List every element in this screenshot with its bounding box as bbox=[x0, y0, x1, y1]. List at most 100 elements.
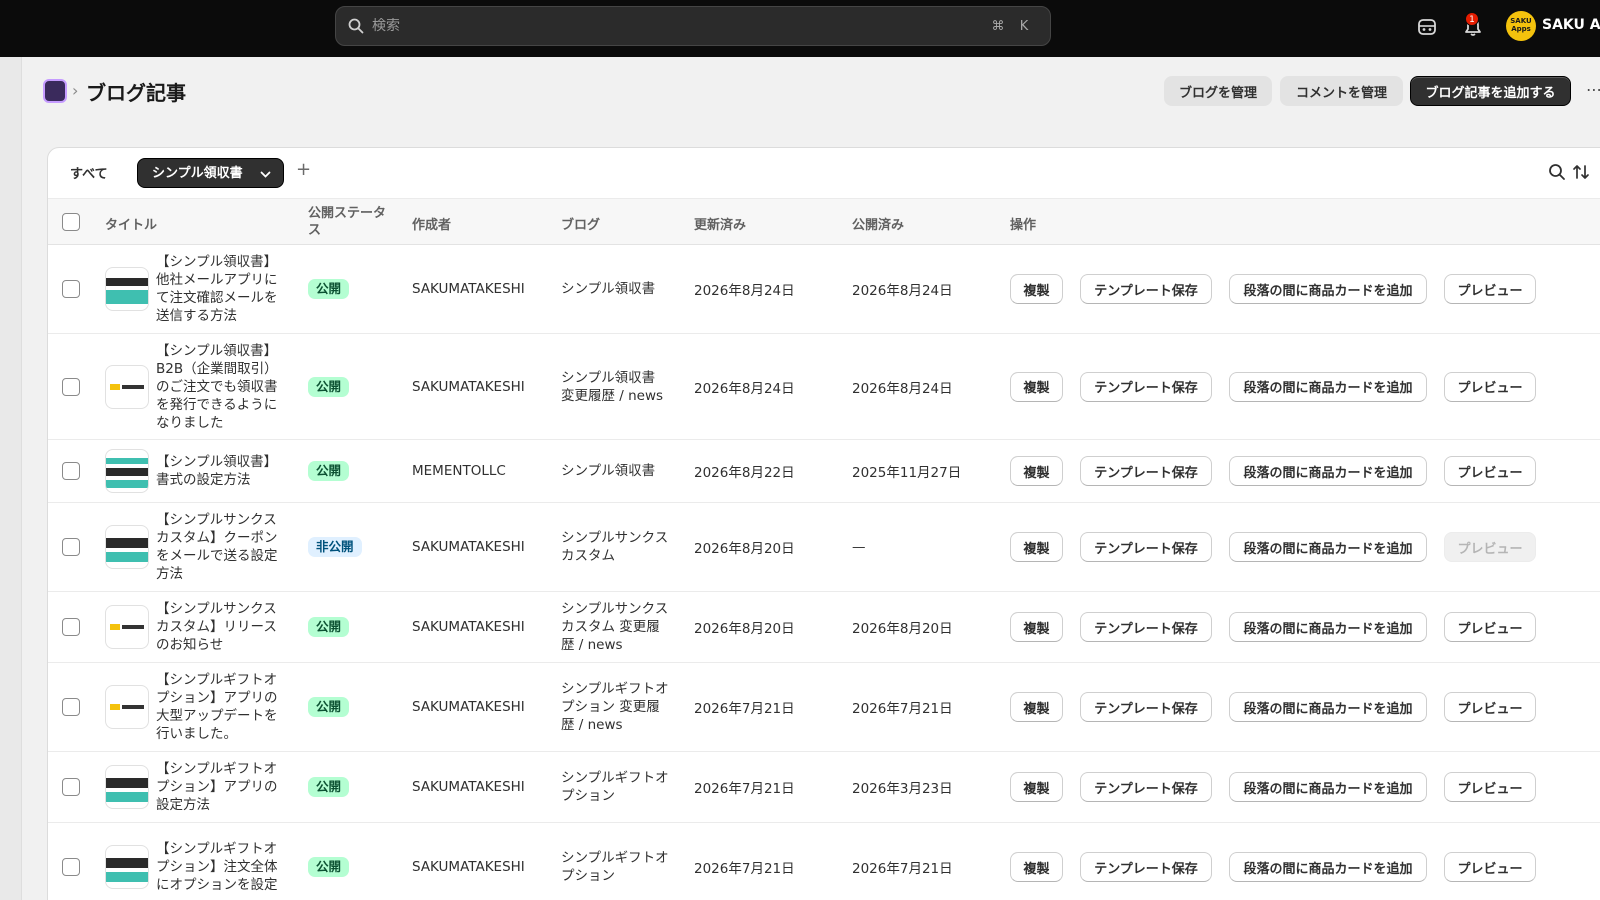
add-product-card-button[interactable]: 段落の間に商品カードを追加 bbox=[1229, 274, 1427, 304]
avatar[interactable]: SAKU Apps bbox=[1506, 11, 1536, 41]
post-published: 2025年11月27日 bbox=[852, 465, 962, 481]
post-thumbnail bbox=[105, 685, 149, 729]
row-checkbox[interactable] bbox=[62, 462, 80, 480]
post-published: 2026年7月21日 bbox=[852, 701, 953, 717]
save-template-button[interactable]: テンプレート保存 bbox=[1080, 456, 1212, 486]
row-checkbox[interactable] bbox=[62, 280, 80, 298]
row-checkbox[interactable] bbox=[62, 618, 80, 636]
post-title[interactable]: 【シンプル領収書】B2B（企業間取引）のご注文でも領収書を発行できるようになりま… bbox=[156, 342, 278, 432]
add-product-card-button[interactable]: 段落の間に商品カードを追加 bbox=[1229, 612, 1427, 642]
post-author: SAKUMATAKESHI bbox=[412, 281, 525, 297]
post-author: SAKUMATAKESHI bbox=[412, 779, 525, 795]
row-checkbox[interactable] bbox=[62, 538, 80, 556]
row-checkbox[interactable] bbox=[62, 858, 80, 876]
post-updated: 2026年7月21日 bbox=[694, 861, 795, 877]
table-row[interactable]: 【シンプル領収書】書式の設定方法 公開 MEMENTOLLC シンプル領収書 2… bbox=[48, 440, 1600, 503]
preview-button[interactable]: プレビュー bbox=[1444, 456, 1536, 486]
duplicate-button[interactable]: 複製 bbox=[1010, 692, 1063, 722]
save-template-button[interactable]: テンプレート保存 bbox=[1080, 852, 1212, 882]
post-published: 2026年8月24日 bbox=[852, 283, 953, 299]
row-checkbox[interactable] bbox=[62, 698, 80, 716]
duplicate-button[interactable]: 複製 bbox=[1010, 456, 1063, 486]
manage-comments-button[interactable]: コメントを管理 bbox=[1280, 76, 1403, 106]
duplicate-button[interactable]: 複製 bbox=[1010, 612, 1063, 642]
post-author: SAKUMATAKESHI bbox=[412, 539, 525, 555]
header-blog[interactable]: ブログ bbox=[561, 214, 600, 233]
post-title[interactable]: 【シンプルギフトオプション】注文全体にオプションを設定 bbox=[156, 840, 278, 894]
search-input[interactable] bbox=[372, 18, 962, 34]
duplicate-button[interactable]: 複製 bbox=[1010, 274, 1063, 304]
header-updated[interactable]: 更新済み bbox=[694, 214, 746, 233]
dashboard-icon[interactable] bbox=[1416, 16, 1438, 38]
save-template-button[interactable]: テンプレート保存 bbox=[1080, 612, 1212, 642]
post-blog: シンプルサンクスカスタム 変更履歴 / news bbox=[561, 601, 669, 653]
post-published: 2026年7月21日 bbox=[852, 861, 953, 877]
save-template-button[interactable]: テンプレート保存 bbox=[1080, 692, 1212, 722]
preview-button[interactable]: プレビュー bbox=[1444, 772, 1536, 802]
status-badge: 公開 bbox=[308, 376, 350, 397]
preview-button[interactable]: プレビュー bbox=[1444, 371, 1536, 402]
chevron-down-icon bbox=[260, 171, 271, 178]
post-title[interactable]: 【シンプルサンクスカスタム】クーポンをメールで送る設定方法 bbox=[156, 511, 278, 583]
tab-all[interactable]: すべて bbox=[70, 163, 108, 182]
save-template-button[interactable]: テンプレート保存 bbox=[1080, 274, 1212, 304]
preview-button[interactable]: プレビュー bbox=[1444, 612, 1536, 642]
save-template-button[interactable]: テンプレート保存 bbox=[1080, 532, 1212, 562]
header-published[interactable]: 公開済み bbox=[852, 214, 904, 233]
post-published: 2026年8月20日 bbox=[852, 621, 953, 637]
add-product-card-button[interactable]: 段落の間に商品カードを追加 bbox=[1229, 772, 1427, 802]
more-icon[interactable]: ⋯ bbox=[1586, 80, 1600, 99]
save-template-button[interactable]: テンプレート保存 bbox=[1080, 371, 1212, 402]
preview-button[interactable]: プレビュー bbox=[1444, 852, 1536, 882]
blog-app-icon[interactable] bbox=[43, 79, 67, 103]
select-all-checkbox[interactable] bbox=[62, 213, 80, 231]
add-product-card-button[interactable]: 段落の間に商品カードを追加 bbox=[1229, 532, 1427, 562]
row-checkbox[interactable] bbox=[62, 378, 80, 396]
duplicate-button[interactable]: 複製 bbox=[1010, 371, 1063, 402]
top-bar: ⌘ K 1 SAKU Apps SAKU Apps bbox=[0, 0, 1600, 57]
table-row[interactable]: 【シンプル領収書】他社メールアプリにて注文確認メールを送信する方法 公開 SAK… bbox=[48, 245, 1600, 334]
post-title[interactable]: 【シンプルギフトオプション】アプリの設定方法 bbox=[156, 760, 278, 814]
post-blog: シンプルサンクスカスタム bbox=[561, 530, 669, 564]
post-thumbnail bbox=[105, 525, 149, 569]
duplicate-button[interactable]: 複製 bbox=[1010, 772, 1063, 802]
add-product-card-button[interactable]: 段落の間に商品カードを追加 bbox=[1229, 371, 1427, 402]
post-title[interactable]: 【シンプル領収書】他社メールアプリにて注文確認メールを送信する方法 bbox=[156, 253, 278, 325]
store-name[interactable]: SAKU Apps bbox=[1542, 17, 1600, 33]
manage-blogs-button[interactable]: ブログを管理 bbox=[1164, 76, 1272, 106]
post-thumbnail bbox=[105, 267, 149, 311]
tab-simple-receipt[interactable]: シンプル領収書 bbox=[137, 158, 284, 188]
post-title[interactable]: 【シンプル領収書】書式の設定方法 bbox=[156, 453, 278, 489]
row-checkbox[interactable] bbox=[62, 778, 80, 796]
table-row[interactable]: 【シンプルギフトオプション】アプリの大型アップデートを行いました。 公開 SAK… bbox=[48, 663, 1600, 752]
duplicate-button[interactable]: 複製 bbox=[1010, 532, 1063, 562]
save-template-button[interactable]: テンプレート保存 bbox=[1080, 772, 1212, 802]
shortcut-cmd-key: ⌘ bbox=[991, 19, 1005, 34]
table-row[interactable]: 【シンプルサンクスカスタム】クーポンをメールで送る設定方法 非公開 SAKUMA… bbox=[48, 503, 1600, 592]
preview-button[interactable]: プレビュー bbox=[1444, 692, 1536, 722]
add-product-card-button[interactable]: 段落の間に商品カードを追加 bbox=[1229, 692, 1427, 722]
add-product-card-button[interactable]: 段落の間に商品カードを追加 bbox=[1229, 456, 1427, 486]
table-row[interactable]: 【シンプル領収書】B2B（企業間取引）のご注文でも領収書を発行できるようになりま… bbox=[48, 334, 1600, 440]
post-thumbnail bbox=[105, 765, 149, 809]
table-row[interactable]: 【シンプルギフトオプション】注文全体にオプションを設定 公開 SAKUMATAK… bbox=[48, 823, 1600, 900]
notification-badge: 1 bbox=[1465, 12, 1479, 26]
post-author: SAKUMATAKESHI bbox=[412, 699, 525, 715]
header-title[interactable]: タイトル bbox=[105, 214, 157, 233]
header-status[interactable]: 公開ステータス bbox=[308, 205, 396, 239]
preview-button[interactable]: プレビュー bbox=[1444, 274, 1536, 304]
global-search[interactable]: ⌘ K bbox=[335, 6, 1051, 46]
post-blog: シンプルギフトオプション 変更履歴 / news bbox=[561, 681, 669, 733]
post-blog: シンプル領収書 bbox=[561, 463, 656, 479]
add-view-plus-icon[interactable]: + bbox=[296, 159, 311, 180]
sort-icon[interactable] bbox=[1571, 162, 1591, 182]
add-product-card-button[interactable]: 段落の間に商品カードを追加 bbox=[1229, 852, 1427, 882]
table-row[interactable]: 【シンプルギフトオプション】アプリの設定方法 公開 SAKUMATAKESHI … bbox=[48, 752, 1600, 823]
header-author[interactable]: 作成者 bbox=[412, 214, 451, 233]
search-icon[interactable] bbox=[1547, 162, 1567, 182]
add-blog-post-button[interactable]: ブログ記事を追加する bbox=[1410, 76, 1571, 106]
post-title[interactable]: 【シンプルギフトオプション】アプリの大型アップデートを行いました。 bbox=[156, 671, 278, 743]
table-row[interactable]: 【シンプルサンクスカスタム】リリースのお知らせ 公開 SAKUMATAKESHI… bbox=[48, 592, 1600, 663]
duplicate-button[interactable]: 複製 bbox=[1010, 852, 1063, 882]
post-title[interactable]: 【シンプルサンクスカスタム】リリースのお知らせ bbox=[156, 600, 278, 654]
